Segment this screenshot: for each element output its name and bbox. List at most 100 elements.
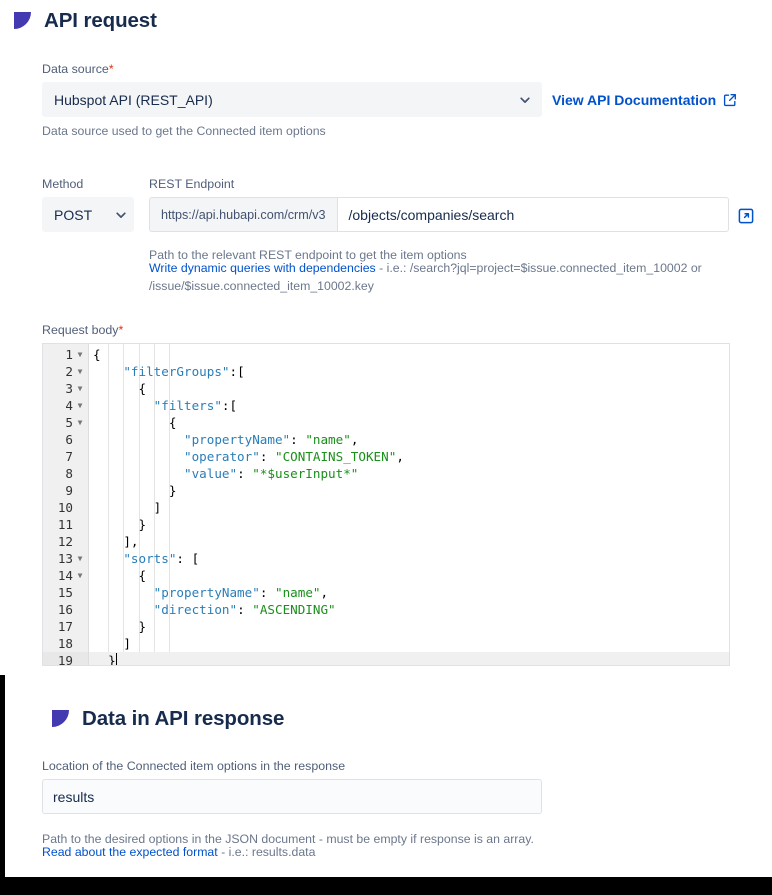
api-response-heading: Data in API response bbox=[38, 707, 284, 731]
request-body-group: Request body* 1▼2▼3▼4▼5▼678910111213▼14▼… bbox=[42, 323, 730, 666]
editor-line-number[interactable]: 8 bbox=[43, 465, 88, 482]
editor-line-number[interactable]: 17 bbox=[43, 618, 88, 635]
data-source-select[interactable]: Hubspot API (REST_API) bbox=[42, 82, 542, 117]
fold-toggle-icon[interactable]: ▼ bbox=[76, 363, 84, 380]
editor-line-number[interactable]: 2▼ bbox=[43, 363, 88, 380]
method-select[interactable]: POST bbox=[42, 197, 134, 232]
editor-line-number[interactable]: 4▼ bbox=[43, 397, 88, 414]
code-token: } bbox=[93, 483, 176, 498]
required-marker: * bbox=[118, 323, 123, 337]
editor-line-number[interactable]: 1▼ bbox=[43, 346, 88, 363]
external-link-icon bbox=[723, 93, 737, 107]
bottom-edge-band bbox=[0, 877, 772, 895]
pie-quarter-icon bbox=[52, 710, 70, 728]
section-title: Data in API response bbox=[82, 707, 284, 731]
code-line[interactable]: "value": "*$userInput*" bbox=[89, 465, 729, 482]
api-request-heading: API request bbox=[0, 9, 157, 33]
request-body-label: Request body* bbox=[42, 323, 730, 337]
code-token: "operator" bbox=[93, 449, 260, 464]
editor-line-number-gutter[interactable]: 1▼2▼3▼4▼5▼678910111213▼14▼1516171819 bbox=[43, 344, 89, 665]
code-token: :[ bbox=[222, 398, 237, 413]
code-token: ] bbox=[93, 636, 131, 651]
code-line[interactable]: "filterGroups":[ bbox=[89, 363, 729, 380]
code-line[interactable]: "filters":[ bbox=[89, 397, 729, 414]
editor-line-number[interactable]: 10 bbox=[43, 499, 88, 516]
fold-toggle-icon[interactable]: ▼ bbox=[76, 550, 84, 567]
code-token: } bbox=[93, 517, 146, 532]
code-line[interactable]: ], bbox=[89, 533, 729, 550]
data-source-help: Data source used to get the Connected it… bbox=[42, 123, 542, 141]
data-source-value: Hubspot API (REST_API) bbox=[54, 92, 519, 108]
pie-quarter-icon bbox=[14, 12, 32, 30]
fold-toggle-icon[interactable]: ▼ bbox=[76, 567, 84, 584]
editor-line-number[interactable]: 7 bbox=[43, 448, 88, 465]
editor-line-number[interactable]: 3▼ bbox=[43, 380, 88, 397]
section-title: API request bbox=[44, 9, 157, 33]
code-token: "direction" bbox=[93, 602, 237, 617]
code-line[interactable]: "propertyName": "name", bbox=[89, 431, 729, 448]
code-token: : bbox=[237, 602, 252, 617]
editor-line-number[interactable]: 11 bbox=[43, 516, 88, 533]
code-token: "value" bbox=[93, 466, 237, 481]
location-input[interactable]: results bbox=[42, 779, 542, 814]
code-token: "*$userInput*" bbox=[252, 466, 358, 481]
code-token: "CONTAINS_TOKEN" bbox=[275, 449, 396, 464]
location-help-secondary: Read about the expected format - i.e.: r… bbox=[42, 845, 662, 859]
editor-line-number[interactable]: 9 bbox=[43, 482, 88, 499]
rest-endpoint-help-secondary: Write dynamic queries with dependencies … bbox=[149, 260, 749, 296]
code-token: } bbox=[93, 619, 146, 634]
editor-code-area[interactable]: { "filterGroups":[ { "filters":[ { "prop… bbox=[89, 344, 729, 665]
code-token: :[ bbox=[229, 364, 244, 379]
view-api-documentation-label: View API Documentation bbox=[552, 92, 716, 108]
view-api-documentation-link[interactable]: View API Documentation bbox=[552, 92, 737, 108]
data-source-group: Data source* Hubspot API (REST_API) Data… bbox=[42, 62, 542, 141]
editor-line-number[interactable]: 18 bbox=[43, 635, 88, 652]
dynamic-queries-link[interactable]: Write dynamic queries with dependencies bbox=[149, 261, 376, 275]
code-line[interactable]: ] bbox=[89, 635, 729, 652]
open-endpoint-external-icon[interactable] bbox=[738, 208, 754, 224]
code-line[interactable]: "direction": "ASCENDING" bbox=[89, 601, 729, 618]
editor-line-number[interactable]: 5▼ bbox=[43, 414, 88, 431]
code-line[interactable]: } bbox=[89, 482, 729, 499]
code-line[interactable]: { bbox=[89, 346, 729, 363]
code-line[interactable]: "propertyName": "name", bbox=[89, 584, 729, 601]
fold-toggle-icon[interactable]: ▼ bbox=[76, 346, 84, 363]
code-token: { bbox=[93, 415, 176, 430]
editor-line-number[interactable]: 16 bbox=[43, 601, 88, 618]
rest-endpoint-input[interactable]: /objects/companies/search bbox=[337, 197, 730, 232]
code-token: : bbox=[290, 432, 305, 447]
code-line[interactable]: "operator": "CONTAINS_TOKEN", bbox=[89, 448, 729, 465]
editor-line-number[interactable]: 6 bbox=[43, 431, 88, 448]
code-line[interactable]: } bbox=[89, 516, 729, 533]
code-line[interactable]: } bbox=[89, 652, 729, 665]
code-line[interactable]: { bbox=[89, 414, 729, 431]
code-line[interactable]: ] bbox=[89, 499, 729, 516]
code-line[interactable]: } bbox=[89, 618, 729, 635]
request-body-code-editor[interactable]: 1▼2▼3▼4▼5▼678910111213▼14▼1516171819 { "… bbox=[42, 343, 730, 666]
code-line[interactable]: { bbox=[89, 567, 729, 584]
code-token: "propertyName" bbox=[93, 432, 290, 447]
code-token: : bbox=[260, 585, 275, 600]
code-token: "name" bbox=[305, 432, 351, 447]
editor-line-number[interactable]: 19 bbox=[43, 652, 88, 666]
code-token: } bbox=[93, 653, 116, 665]
api-response-section: Data in API response Location of the Con… bbox=[5, 675, 772, 877]
editor-line-number[interactable]: 15 bbox=[43, 584, 88, 601]
editor-line-number[interactable]: 14▼ bbox=[43, 567, 88, 584]
code-line[interactable]: "sorts": [ bbox=[89, 550, 729, 567]
code-token: "name" bbox=[275, 585, 321, 600]
code-token: : bbox=[237, 466, 252, 481]
code-line[interactable]: { bbox=[89, 380, 729, 397]
editor-line-number[interactable]: 12 bbox=[43, 533, 88, 550]
fold-toggle-icon[interactable]: ▼ bbox=[76, 397, 84, 414]
code-token: "ASCENDING" bbox=[252, 602, 335, 617]
fold-toggle-icon[interactable]: ▼ bbox=[76, 414, 84, 431]
required-marker: * bbox=[109, 62, 114, 76]
code-token: "propertyName" bbox=[93, 585, 260, 600]
fold-toggle-icon[interactable]: ▼ bbox=[76, 380, 84, 397]
expected-format-link[interactable]: Read about the expected format bbox=[42, 845, 218, 859]
code-token: { bbox=[93, 568, 146, 583]
editor-line-number[interactable]: 13▼ bbox=[43, 550, 88, 567]
location-label: Location of the Connected item options i… bbox=[42, 759, 542, 773]
method-label: Method bbox=[42, 177, 134, 191]
